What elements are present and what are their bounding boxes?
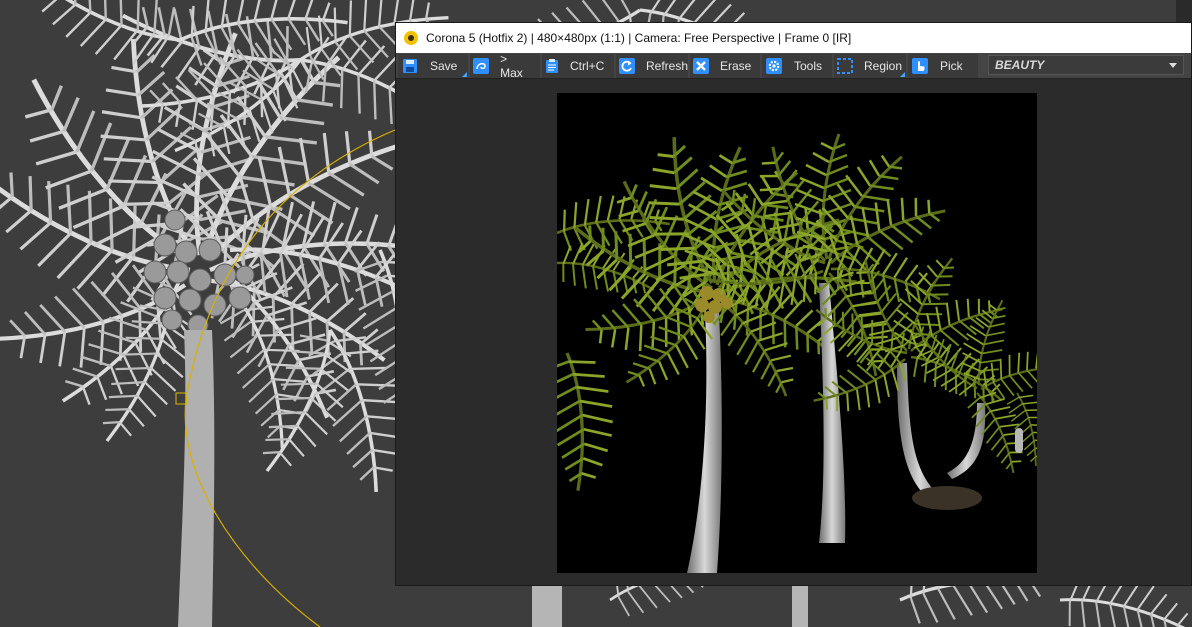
dropdown-corner-icon (900, 71, 905, 77)
corona-vfb-window[interactable]: Corona 5 (Hotfix 2) | 480×480px (1:1) | … (395, 22, 1192, 586)
refresh-button[interactable]: Refresh (616, 53, 689, 78)
floppy-disk-icon (400, 56, 420, 76)
vfb-canvas[interactable] (396, 79, 1191, 585)
region-label: Region (864, 58, 903, 73)
render-image[interactable] (538, 93, 1071, 573)
vfb-toolbar: Save > Max Ctrl+C Refresh Erase Tools Re… (396, 51, 1191, 80)
to-max-label: > Max (500, 51, 523, 80)
rendered-palms (538, 93, 1071, 573)
copy-label: Ctrl+C (570, 58, 605, 73)
clipboard-icon (544, 56, 560, 76)
corona-logo-icon (404, 31, 418, 45)
render-pass-select[interactable]: BEAUTY (988, 55, 1184, 75)
dropdown-corner-icon (462, 71, 467, 77)
gear-icon (764, 56, 784, 76)
pick-button[interactable]: Pick (908, 53, 978, 78)
tools-button[interactable]: Tools (762, 53, 832, 78)
render-pass-value: BEAUTY (995, 58, 1045, 72)
dashed-square-icon (836, 56, 854, 76)
x-icon (692, 56, 710, 76)
save-label: Save (430, 58, 458, 73)
vfb-titlebar[interactable]: Corona 5 (Hotfix 2) | 480×480px (1:1) | … (396, 23, 1191, 53)
copy-button[interactable]: Ctrl+C (542, 53, 614, 78)
chevron-down-icon (1169, 63, 1177, 68)
hand-pointer-icon (910, 56, 930, 76)
tools-label: Tools (793, 58, 822, 73)
vfb-title: Corona 5 (Hotfix 2) | 480×480px (1:1) | … (426, 31, 852, 45)
refresh-label: Refresh (646, 58, 689, 73)
refresh-icon (618, 56, 636, 76)
max-logo-icon (472, 56, 490, 76)
erase-label: Erase (720, 58, 752, 73)
pick-label: Pick (940, 58, 963, 73)
to-max-button[interactable]: > Max (470, 51, 540, 80)
erase-button[interactable]: Erase (690, 53, 760, 78)
region-button[interactable]: Region (834, 53, 906, 78)
save-button[interactable]: Save (398, 53, 468, 78)
